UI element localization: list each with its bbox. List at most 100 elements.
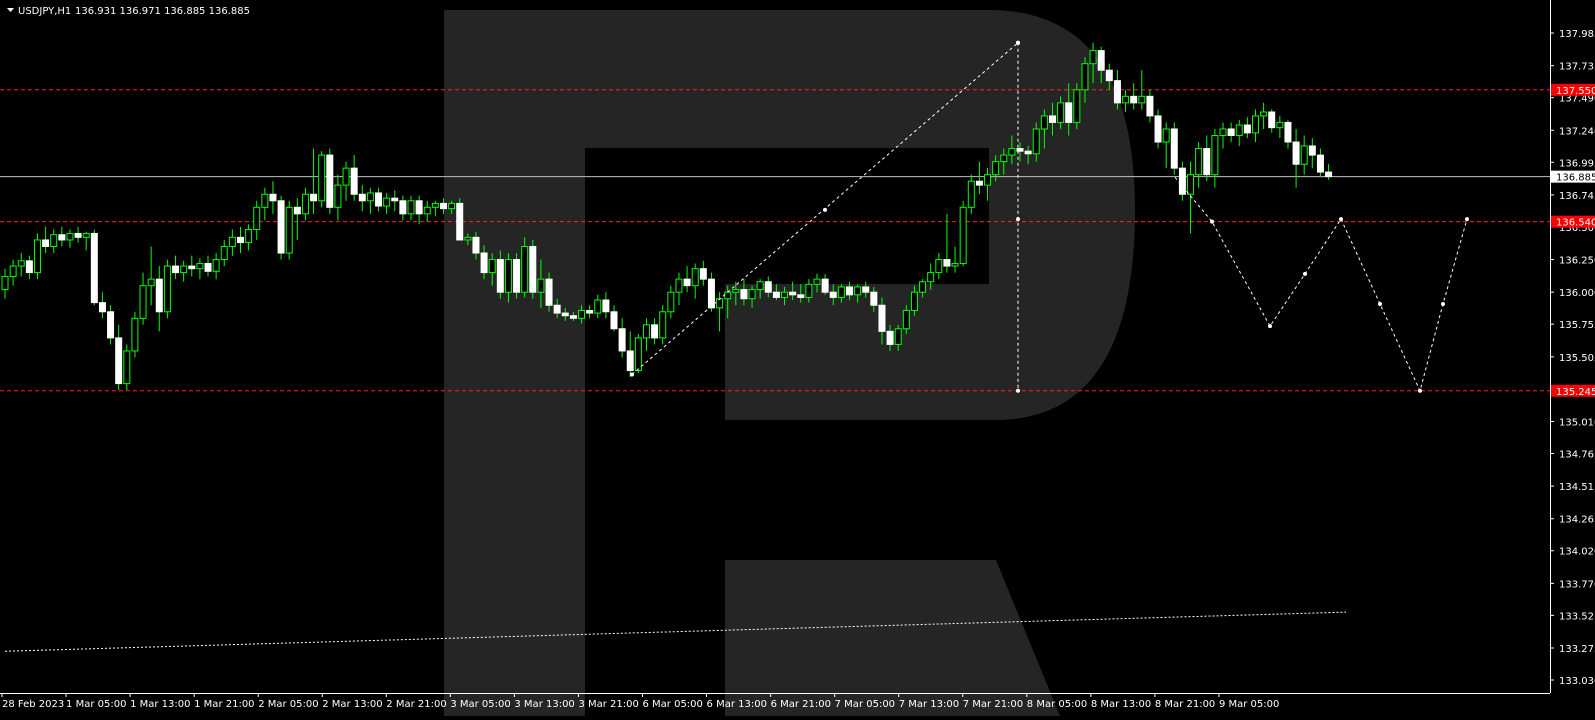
- chart-canvas[interactable]: 137.985137.735137.490137.240136.995136.7…: [0, 0, 1595, 716]
- candle-body: [699, 268, 707, 280]
- candle-body: [383, 197, 391, 207]
- candle: [667, 285, 675, 319]
- candle-body: [431, 202, 439, 208]
- x-tick-label: 8 Mar 13:00: [1091, 699, 1151, 710]
- candle: [326, 148, 334, 214]
- candle-body: [1146, 95, 1154, 117]
- candle: [204, 255, 212, 277]
- candle: [399, 195, 407, 221]
- candle: [58, 226, 66, 247]
- candle-body: [456, 202, 464, 241]
- dropdown-triangle-icon[interactable]: [7, 8, 14, 12]
- candle: [691, 263, 699, 299]
- candle-body: [984, 174, 992, 186]
- candle-body: [188, 265, 196, 270]
- candle-body: [967, 180, 975, 208]
- x-tick-label: 2 Mar 05:00: [258, 699, 318, 710]
- candle-body: [1243, 124, 1251, 134]
- candle-body: [602, 299, 610, 313]
- candle-body: [1089, 50, 1097, 65]
- candle-body: [805, 283, 813, 298]
- candle-body: [123, 350, 131, 385]
- candle: [350, 155, 358, 201]
- candle-body: [1113, 80, 1121, 104]
- x-tick-label: 28 Feb 2023: [2, 699, 64, 710]
- candle-body: [480, 252, 488, 274]
- candle-body: [58, 234, 66, 241]
- forecast-point: [1441, 301, 1445, 306]
- candle: [959, 200, 967, 267]
- candle: [383, 192, 391, 214]
- forecast-point: [1210, 219, 1214, 224]
- candle-body: [975, 180, 983, 186]
- candle-body: [1251, 115, 1259, 134]
- candle-body: [610, 311, 618, 330]
- candle: [602, 292, 610, 319]
- x-tick-label: 6 Mar 21:00: [771, 699, 831, 710]
- candle-body: [1024, 150, 1032, 155]
- y-tick-label: 134.765: [1559, 449, 1595, 460]
- candle-body: [293, 206, 301, 215]
- forecast-point: [1268, 324, 1272, 329]
- candle-body: [902, 309, 910, 330]
- candle-body: [196, 262, 204, 270]
- candle-body: [1048, 115, 1056, 123]
- candle: [1170, 122, 1178, 175]
- candle: [586, 305, 594, 319]
- candle-body: [1105, 69, 1113, 82]
- candle-body: [1081, 63, 1089, 91]
- forecast-path: [1174, 176, 1468, 393]
- candle: [651, 318, 659, 345]
- candle-body: [1276, 121, 1284, 129]
- y-tick-label: 137.735: [1559, 62, 1595, 73]
- candle: [716, 292, 724, 332]
- y-tick-label: 135.010: [1559, 417, 1595, 428]
- candle-body: [569, 315, 577, 319]
- y-tick-label: 133.770: [1559, 579, 1595, 590]
- candle-body: [854, 286, 862, 296]
- candle-body: [959, 206, 967, 264]
- candle: [1284, 119, 1292, 149]
- x-tick-label: 7 Mar 05:00: [835, 699, 895, 710]
- candle-body: [513, 259, 521, 293]
- candle-body: [139, 285, 147, 319]
- x-tick-label: 2 Mar 21:00: [386, 699, 446, 710]
- candle-body: [927, 272, 935, 283]
- candle-body: [261, 193, 269, 208]
- candle: [25, 255, 33, 280]
- level-tag-label: 137.550: [1556, 86, 1595, 97]
- candle: [1130, 83, 1138, 110]
- candle-body: [756, 281, 764, 291]
- candle-body: [253, 206, 261, 231]
- candle: [1122, 89, 1130, 112]
- candle-body: [578, 309, 586, 319]
- candle-body: [1130, 95, 1138, 104]
- candle: [212, 253, 220, 280]
- candle: [9, 259, 17, 286]
- candle: [310, 148, 318, 214]
- candle-body: [1170, 128, 1178, 169]
- candle: [17, 253, 25, 277]
- candle: [1235, 119, 1243, 146]
- x-tick-label: 8 Mar 05:00: [1027, 699, 1087, 710]
- candle-body: [659, 311, 667, 339]
- candle-body: [1154, 115, 1162, 143]
- candle: [82, 232, 90, 251]
- candle: [261, 187, 269, 221]
- candle-body: [691, 268, 699, 287]
- candle: [180, 260, 188, 282]
- candle: [196, 258, 204, 280]
- candle: [74, 226, 82, 243]
- candle-body: [772, 291, 780, 298]
- trend-line: [4, 611, 1347, 652]
- candle-body: [943, 259, 951, 267]
- candle: [1178, 161, 1186, 201]
- candle-body: [894, 328, 902, 345]
- candle: [66, 229, 74, 248]
- candle: [1073, 83, 1081, 129]
- candle: [594, 294, 602, 319]
- candle: [1219, 122, 1227, 149]
- candle-body: [521, 245, 529, 293]
- symbol-label: USDJPY,H1: [18, 6, 71, 17]
- price-chart[interactable]: 137.985137.735137.490137.240136.995136.7…: [0, 0, 1595, 716]
